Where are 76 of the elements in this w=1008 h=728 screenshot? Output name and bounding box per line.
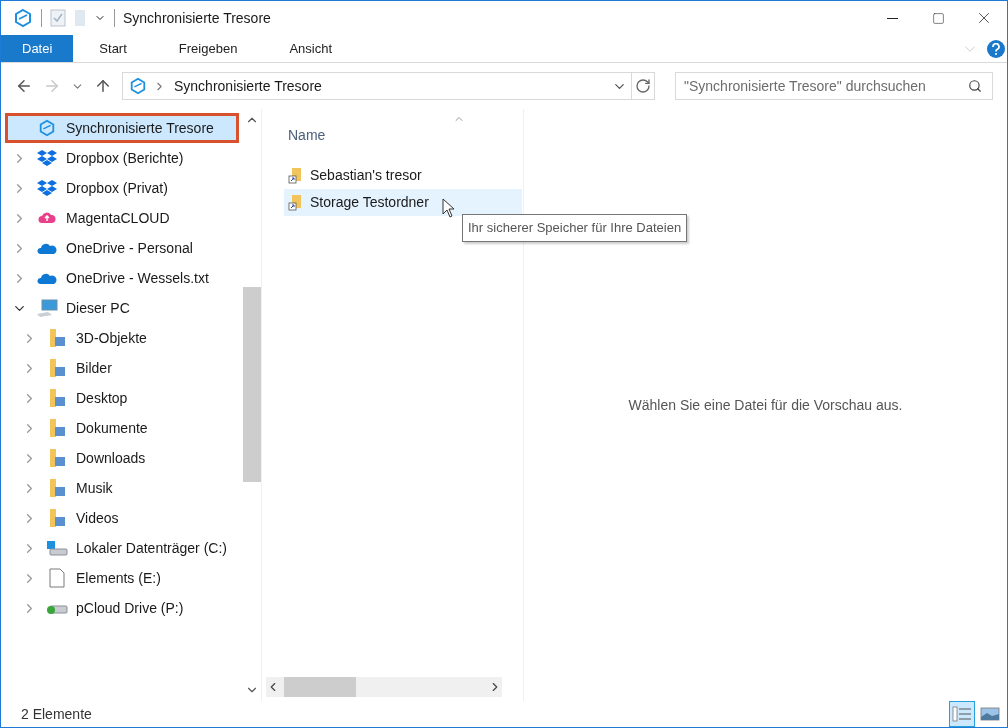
drive-icon [46,540,68,556]
cloud-icon [37,272,57,284]
ribbon-tab[interactable]: Ansicht [263,35,358,62]
back-icon[interactable] [15,77,33,95]
sidebar-item[interactable]: Videos [5,503,239,533]
sidebar-item[interactable]: Downloads [5,443,239,473]
sidebar-item-label: OneDrive - Wessels.txt [66,268,209,288]
dropbox-icon [37,179,57,197]
sidebar-item-label: OneDrive - Personal [66,238,193,258]
sidebar-item[interactable]: Dropbox (Berichte) [5,143,239,173]
sidebar-item-label: Videos [76,508,119,528]
window-title: Synchronisierte Tresore [123,8,271,28]
sidebar-item-label: pCloud Drive (P:) [76,598,184,618]
sidebar-item[interactable]: OneDrive - Personal [5,233,239,263]
sidebar-item-label: Desktop [76,388,128,408]
sidebar-item[interactable]: MagentaCLOUD [5,203,239,233]
sidebar-item[interactable]: OneDrive - Wessels.txt [5,263,239,293]
computer-icon [36,299,58,317]
column-header[interactable]: Name [288,125,523,146]
sidebar-item[interactable]: Dokumente [5,413,239,443]
sidebar-item[interactable]: Lokaler Datenträger (C:) [5,533,239,563]
refresh-icon[interactable] [635,78,651,94]
sidebar-item[interactable]: pCloud Drive (P:) [5,593,239,623]
tooltip: Ihr sicherer Speicher für Ihre Dateien [462,214,688,242]
cloud-icon [38,212,56,224]
sidebar-item-label: Bilder [76,358,112,378]
dropbox-icon [37,149,57,167]
cloud-icon [37,242,57,254]
sidebar-item-label: MagentaCLOUD [66,208,170,228]
minimize-icon [886,17,898,19]
sidebar-item[interactable]: Elements (E:) [5,563,239,593]
sidebar-item[interactable]: Dropbox (Privat) [5,173,239,203]
sidebar-item-label: Dropbox (Privat) [66,178,168,198]
shortcut-folder-icon [288,167,302,184]
cursor-icon [442,198,456,218]
shortcut-folder-icon [288,194,302,211]
file-name: Sebastian's tresor [310,166,422,185]
hexagon-icon [38,119,56,137]
hexagon-icon [129,77,147,95]
ribbon-tab[interactable]: Start [73,35,153,62]
address-bar[interactable]: Synchronisierte Tresore [122,72,655,100]
sidebar-item-label: Lokaler Datenträger (C:) [76,538,227,558]
details-view-icon [952,706,972,722]
breadcrumb[interactable]: Synchronisierte Tresore [174,75,322,97]
preview-message: Wählen Sie eine Datei für die Vorschau aus. [628,395,903,415]
horizontal-scrollbar[interactable] [266,677,502,697]
hexagon-icon [13,8,33,28]
picture-view-icon [980,707,1000,721]
file-name: Storage Testordner [310,193,429,212]
sidebar-item-label: Dokumente [76,418,148,438]
help-icon[interactable] [987,39,1005,58]
sidebar-item[interactable]: 3D-Objekte [5,323,239,353]
sidebar-item-label: Dieser PC [66,298,130,318]
checkmark-document-icon[interactable] [50,9,66,27]
up-icon[interactable] [94,77,112,95]
sidebar-item-label: Elements (E:) [76,568,161,588]
search-icon[interactable] [968,79,982,93]
file-row[interactable]: Sebastian's tresor [284,162,522,189]
sidebar-item-label: Downloads [76,448,146,468]
item-count: 2 Elemente [21,704,92,724]
file-row[interactable]: Storage Testordner [284,189,522,216]
ribbon-tab[interactable]: Freigeben [152,35,264,62]
sidebar-item[interactable]: Synchronisierte Tresore [5,113,239,143]
search-field[interactable]: "Synchronisierte Tresore" durchsuchen [675,72,993,100]
document-icon [49,568,65,588]
sidebar-item-label: Musik [76,478,113,498]
sidebar-item-label: Synchronisierte Tresore [66,118,214,138]
sidebar-item[interactable]: Musik [5,473,239,503]
sidebar-item[interactable]: Desktop [5,383,239,413]
ribbon-tab[interactable]: Datei [1,35,74,62]
sidebar-item-label: 3D-Objekte [76,328,147,348]
sidebar-item[interactable]: Bilder [5,353,239,383]
sidebar-item[interactable]: Dieser PC [5,293,239,323]
view-button[interactable] [949,701,975,727]
maximize-icon [931,11,945,25]
sidebar-item-label: Dropbox (Berichte) [66,148,184,168]
